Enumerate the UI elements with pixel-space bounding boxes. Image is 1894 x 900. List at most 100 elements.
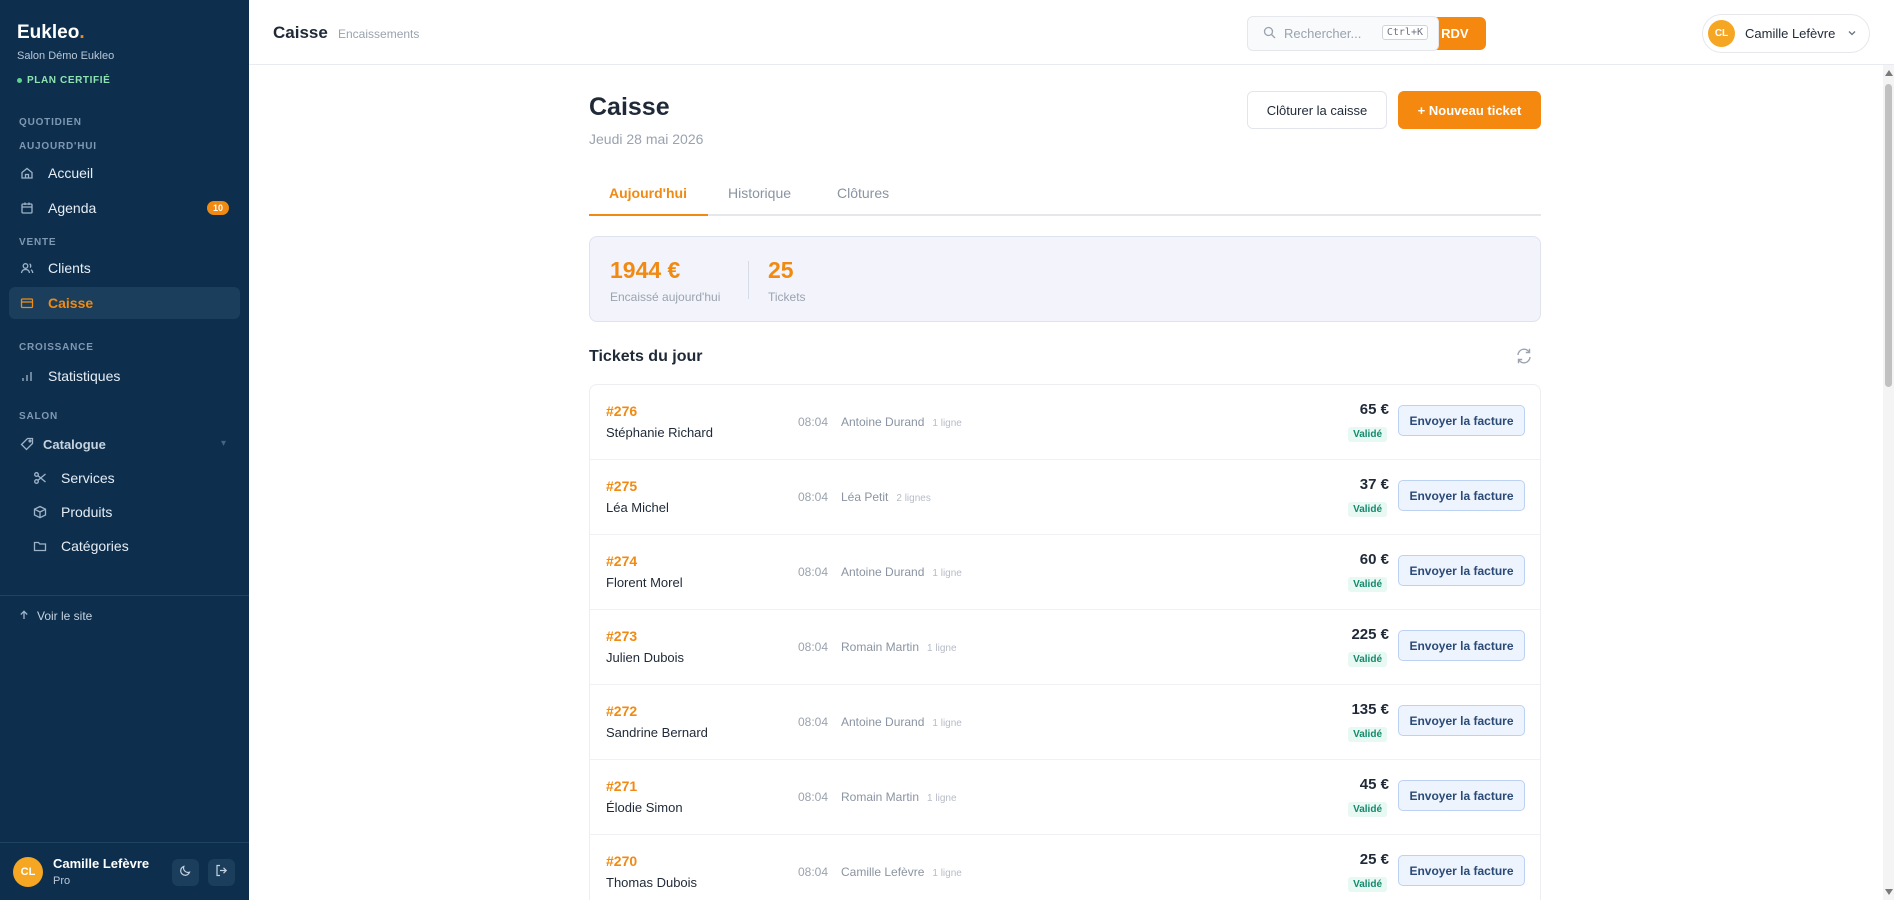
table-row[interactable]: #276 Stéphanie Richard 08:04 Antoine Durand… (590, 385, 1540, 460)
table-row[interactable]: #274 Florent Morel 08:04 Antoine Durand 1 li… (590, 535, 1540, 610)
sidebar-item-accueil[interactable]: Accueil (9, 157, 240, 189)
send-invoice-button[interactable]: Envoyer la facture (1398, 480, 1525, 511)
status-dot-icon (17, 77, 22, 83)
sidebar-item-catalogue[interactable]: Catalogue ▾ (9, 428, 240, 460)
sidebar-item-categories[interactable]: Catégories (22, 530, 240, 562)
sidebar-user: CL Camille Lefèvre Pro (0, 842, 249, 900)
table-row[interactable]: #271 Élodie Simon 08:04 Romain Martin 1 lign… (590, 760, 1540, 835)
stat-amount: 1944 € (610, 257, 681, 283)
send-invoice-button[interactable]: Envoyer la facture (1398, 405, 1525, 436)
sidebar-item-clients[interactable]: Clients (9, 252, 240, 284)
page-title: Caisse (589, 93, 670, 121)
staff-name: Léa Petit (841, 490, 889, 504)
chevron-down-icon (1847, 26, 1857, 41)
staff-name: Antoine Durand (841, 415, 925, 429)
status-badge: Validé (1348, 502, 1387, 517)
topbar-subtitle: Encaissements (338, 27, 420, 41)
scroll-up-icon[interactable] (1885, 70, 1893, 76)
scroll-thumb[interactable] (1885, 84, 1892, 387)
sidebar-item-label: Catégories (61, 538, 129, 554)
sidebar-item-label: Caisse (48, 295, 94, 311)
sidebar-item-produits[interactable]: Produits (22, 496, 240, 528)
ticket-amount: 135 € (1351, 701, 1389, 718)
ticket-client: Florent Morel (606, 575, 683, 590)
sidebar-item-services[interactable]: Services (22, 462, 240, 494)
ticket-lines: 1 ligne (932, 868, 962, 879)
ticket-time: 08:04 (798, 415, 829, 429)
status-badge: Validé (1348, 802, 1387, 817)
ticket-number[interactable]: #276 (606, 403, 637, 419)
send-invoice-button[interactable]: Envoyer la facture (1398, 780, 1525, 811)
ticket-time: 08:04 (798, 865, 829, 879)
scrollbar[interactable] (1883, 65, 1894, 900)
active-tab-indicator (589, 214, 708, 216)
staff-name: Romain Martin (841, 790, 920, 804)
status-badge: Validé (1348, 427, 1387, 442)
sidebar-item-label: Produits (61, 504, 113, 520)
ticket-client: Stéphanie Richard (606, 425, 713, 440)
ticket-number[interactable]: #275 (606, 478, 637, 494)
table-row[interactable]: #272 Sandrine Bernard 08:04 Antoine Durand 1… (590, 685, 1540, 760)
page-date: Jeudi 28 mai 2026 (589, 131, 704, 147)
box-icon (32, 505, 47, 520)
section-label-quotidien: QUOTIDIEN (19, 117, 82, 128)
ticket-time: 08:04 (798, 565, 829, 579)
bar-chart-icon (19, 369, 34, 384)
search-input[interactable]: Rechercher... Ctrl+K (1247, 16, 1439, 51)
tab-clotures[interactable]: Clôtures (837, 185, 889, 201)
staff-name: Camille Lefèvre (841, 865, 925, 879)
ticket-number[interactable]: #273 (606, 628, 637, 644)
table-row[interactable]: #270 Thomas Dubois 08:04 Camille Lefèvre 1 l… (590, 835, 1540, 900)
tab-historique[interactable]: Historique (728, 185, 791, 201)
users-icon (19, 261, 34, 276)
ticket-number[interactable]: #270 (606, 853, 637, 869)
sidebar-item-statistiques[interactable]: Statistiques (9, 360, 240, 392)
ticket-number[interactable]: #274 (606, 553, 637, 569)
search-shortcut: Ctrl+K (1381, 25, 1428, 40)
ticket-time: 08:04 (798, 715, 829, 729)
sidebar-item-agenda[interactable]: Agenda 10 (9, 192, 240, 224)
ticket-staff: Antoine Durand 1 ligne (841, 415, 962, 429)
tabs: Aujourd'hui Historique Clôtures (589, 175, 1541, 216)
refresh-icon[interactable] (1515, 347, 1533, 370)
ticket-amount: 60 € (1359, 551, 1389, 568)
table-row[interactable]: #275 Léa Michel 08:04 Léa Petit 2 lignes 37 €… (590, 460, 1540, 535)
ticket-lines: 1 ligne (927, 793, 957, 804)
ticket-number[interactable]: #271 (606, 778, 637, 794)
avatar: CL (1708, 20, 1735, 47)
sidebar-item-label: Accueil (48, 165, 94, 181)
staff-name: Antoine Durand (841, 565, 925, 579)
section-label-salon: SALON (19, 411, 58, 422)
logout-button[interactable] (208, 859, 235, 886)
view-site-link[interactable]: Voir le site (19, 609, 92, 623)
home-icon (19, 166, 34, 181)
send-invoice-button[interactable]: Envoyer la facture (1398, 855, 1525, 886)
user-menu[interactable]: CL Camille Lefèvre (1702, 14, 1870, 53)
sidebar-item-label: Statistiques (48, 368, 121, 384)
brand-logo[interactable]: Eukleo. (17, 22, 85, 44)
stat-tickets: 25 (768, 257, 794, 283)
sidebar-item-label: Agenda (48, 200, 97, 216)
ticket-staff: Léa Petit 2 lignes (841, 490, 931, 504)
register-icon (19, 296, 34, 311)
ticket-time: 08:04 (798, 790, 829, 804)
ticket-time: 08:04 (798, 490, 829, 504)
dark-mode-button[interactable] (172, 859, 199, 886)
sidebar-item-caisse[interactable]: Caisse (9, 287, 240, 319)
send-invoice-button[interactable]: Envoyer la facture (1398, 705, 1525, 736)
avatar[interactable]: CL (13, 857, 43, 887)
new-ticket-button[interactable]: + Nouveau ticket (1398, 91, 1541, 129)
table-row[interactable]: #273 Julien Dubois 08:04 Romain Martin 1 lig… (590, 610, 1540, 685)
sidebar-item-label: Clients (48, 260, 91, 276)
send-invoice-button[interactable]: Envoyer la facture (1398, 630, 1525, 661)
scroll-down-icon[interactable] (1885, 889, 1893, 895)
ticket-number[interactable]: #272 (606, 703, 637, 719)
ticket-staff: Camille Lefèvre 1 ligne (841, 865, 962, 879)
ticket-amount: 225 € (1351, 626, 1389, 643)
send-invoice-button[interactable]: Envoyer la facture (1398, 555, 1525, 586)
status-badge: Validé (1348, 727, 1387, 742)
section-title: Tickets du jour (589, 348, 703, 365)
tab-aujourdhui[interactable]: Aujourd'hui (609, 185, 687, 201)
chevron-down-icon: ▾ (220, 438, 226, 449)
close-register-button[interactable]: Clôturer la caisse (1247, 91, 1387, 129)
